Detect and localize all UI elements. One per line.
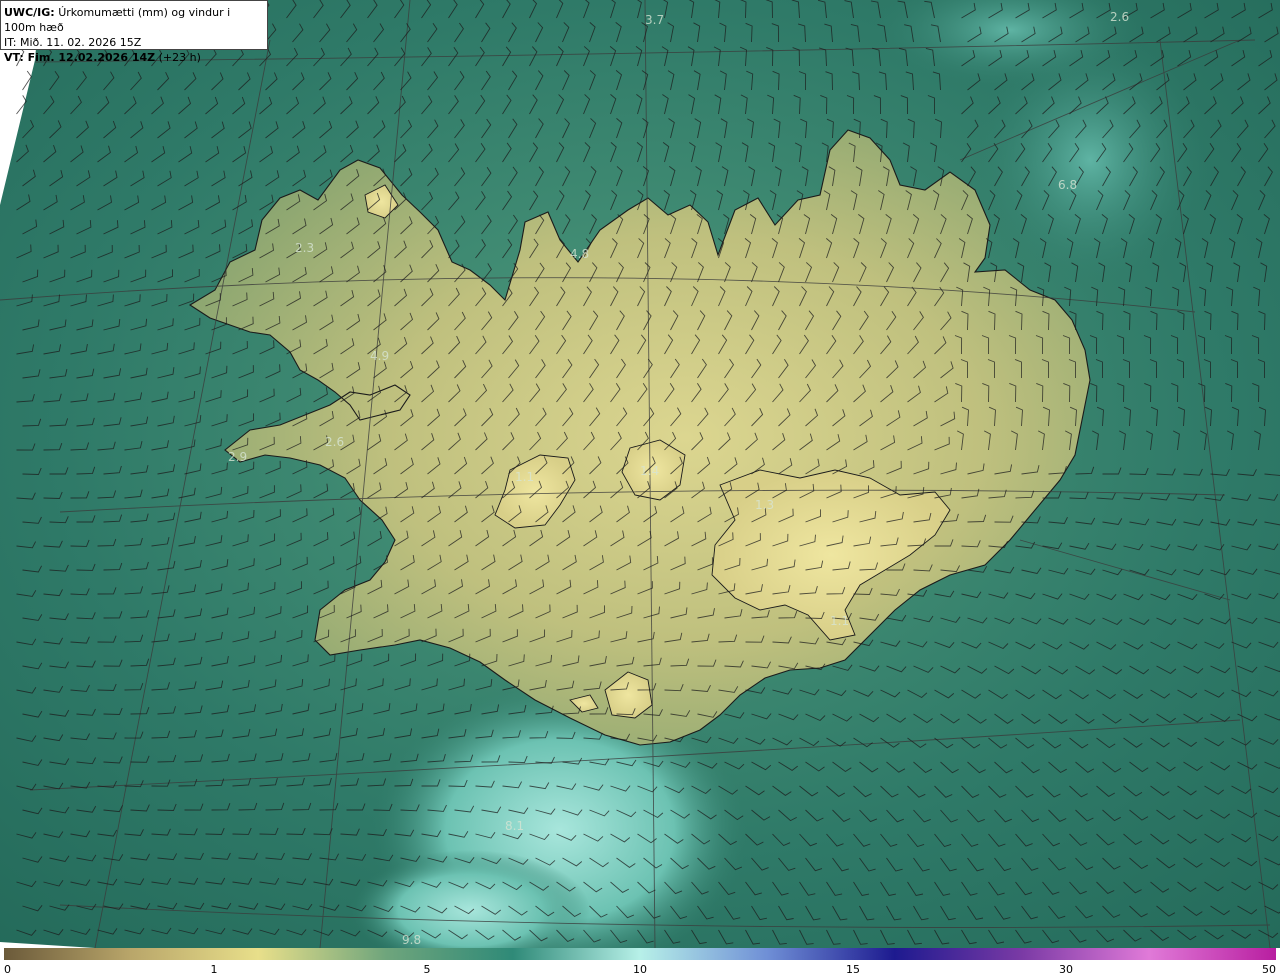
value-label: 4.8 [570, 247, 589, 261]
value-label: 1.4 [640, 464, 659, 478]
colorbar: 0 1 5 10 15 30 50 [0, 948, 1280, 978]
colorbar-tick: 50 [1262, 963, 1276, 976]
colorbar-tick: 0 [4, 963, 11, 976]
valid-time-line: VT: Fim. 12.02.2026 14Z (+23 h) [4, 50, 264, 65]
value-label: 4.9 [370, 349, 389, 363]
value-label: 8.1 [505, 819, 524, 833]
value-label: 2.6 [325, 435, 344, 449]
colorbar-tick: 10 [633, 963, 647, 976]
value-label: 6.8 [1058, 178, 1077, 192]
precipitation-map: 3.7 2.6 6.8 2.3 4.8 4.9 2.6 2.9 1.1 1.4 … [0, 0, 1280, 978]
valid-time: VT: Fim. 12.02.2026 14Z [4, 51, 156, 64]
value-label: 1.3 [755, 498, 774, 512]
weather-map-page: 3.7 2.6 6.8 2.3 4.8 4.9 2.6 2.9 1.1 1.4 … [0, 0, 1280, 978]
map-info-box: UWC/IG: Úrkomumætti (mm) og vindur i 100… [0, 0, 268, 64]
lead-time: (+23 h) [158, 51, 201, 64]
value-label: 2.9 [228, 450, 247, 464]
value-label: 1.1 [830, 614, 849, 628]
colorbar-tick: 15 [846, 963, 860, 976]
colorbar-tick: 5 [423, 963, 431, 976]
value-label: 2.6 [1110, 10, 1129, 24]
colorbar-gradient [4, 948, 1276, 960]
value-label: 1.1 [515, 470, 534, 484]
initial-time: IT: Mið. 11. 02. 2026 15Z [4, 36, 142, 49]
model-label: UWC/IG: [4, 6, 55, 19]
colorbar-tick: 30 [1059, 963, 1073, 976]
product-line: UWC/IG: Úrkomumætti (mm) og vindur i 100… [4, 5, 264, 35]
colorbar-tick: 1 [210, 963, 218, 976]
value-label: 2.3 [295, 241, 314, 255]
value-label: 9.8 [402, 933, 421, 947]
value-label: 3.7 [645, 13, 664, 27]
